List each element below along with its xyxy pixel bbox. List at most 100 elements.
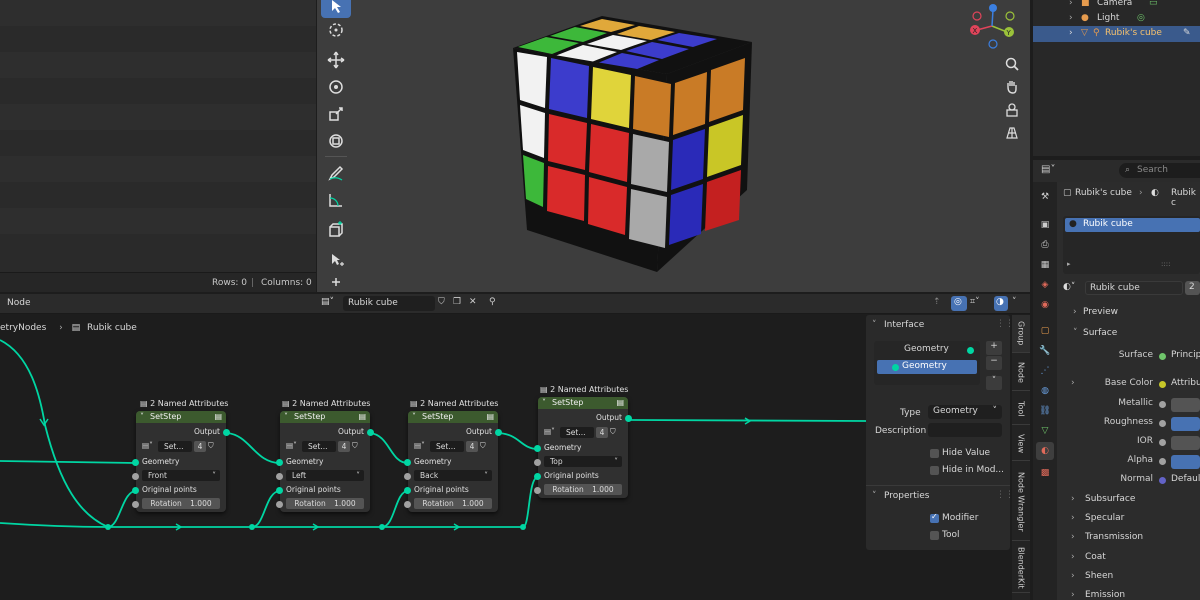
emission-panel-header[interactable]: › Emission [1059,588,1200,600]
rotation-socket[interactable] [132,501,139,508]
constraints-tab-icon[interactable]: ⛓ [1036,402,1054,420]
material-slot-list[interactable]: ● Rubik cube ▸ :::: [1063,216,1200,274]
overlays-button[interactable]: ◑ [994,296,1008,311]
setstep-node-front[interactable]: ˅ SetStep ▤ Output ▤˅ Set... 4 ⛉ Geometr… [132,411,230,512]
roughness-field[interactable] [1171,417,1200,431]
transform-tool-button[interactable] [321,129,351,153]
interface-item-list[interactable]: Geometry Geometry [874,341,980,385]
step-input-socket[interactable] [276,473,283,480]
original-points-socket[interactable] [276,487,283,494]
surface-panel-header[interactable]: ˅ Surface [1059,326,1200,344]
transmission-panel-header[interactable]: › Transmission [1059,530,1200,548]
add-item-button[interactable]: + [986,341,1002,355]
zoom-view-button[interactable] [1002,54,1022,74]
properties-panel-header[interactable]: ˅ Properties ⋮⋮ [866,488,1014,506]
rubiks-cube-render[interactable] [507,10,777,272]
navigation-gizmo[interactable]: X Y [967,4,1017,50]
camera-view-button[interactable] [1002,100,1022,120]
node-group-icon[interactable]: ▤˅ [286,441,297,450]
original-points-socket[interactable] [534,473,541,480]
original-points-socket[interactable] [132,487,139,494]
measure-tool-button[interactable] [321,188,351,212]
step-dropdown[interactable]: Front ˅ [142,470,220,481]
output-socket[interactable] [223,429,230,436]
perspective-toggle-button[interactable] [1002,123,1022,143]
coat-panel-header[interactable]: › Coat [1059,550,1200,568]
hide-in-modifier-checkbox[interactable] [930,466,939,475]
fake-user-shield-icon[interactable]: ⛉ [438,297,445,307]
select-tool-button[interactable] [321,0,351,18]
node-tree-name-field[interactable]: Rubik cube [343,296,435,311]
modifier-tab-icon[interactable]: 🔧 [1036,342,1054,360]
view-layer-tab-icon[interactable]: ▦ [1036,256,1054,274]
tab-view[interactable]: View [1012,427,1030,461]
geometry-input-socket[interactable] [404,459,411,466]
node-header[interactable]: ˅ SetStep ▤ [538,397,628,409]
fake-user-shield-icon[interactable]: ⛉ [208,441,214,451]
users-count[interactable]: 4 [338,441,350,452]
particles-tab-icon[interactable]: ⋰ [1036,362,1054,380]
fake-user-shield-icon[interactable]: ⛉ [610,427,616,437]
interface-item-selected[interactable]: Geometry [877,360,977,374]
rotate-tool-button[interactable] [321,75,351,99]
hide-value-checkbox[interactable] [930,449,939,458]
subsurface-panel-header[interactable]: › Subsurface [1059,492,1200,510]
tab-node-wrangler[interactable]: Node Wrangler [1012,463,1030,541]
description-input[interactable] [928,423,1002,437]
node-menu[interactable]: Node [7,298,31,308]
pin-icon[interactable]: ⚲ [489,297,496,307]
scale-tool-button[interactable] [321,102,351,126]
object-tab-icon[interactable]: ▢ [1036,322,1054,340]
annotate-tool-button[interactable] [321,161,351,185]
group-name-field[interactable]: Set... [158,441,192,452]
rotation-socket[interactable] [276,501,283,508]
ior-field[interactable] [1171,436,1200,450]
sheen-panel-header[interactable]: › Sheen [1059,569,1200,587]
3d-viewport[interactable]: X Y [317,0,1030,292]
step-input-socket[interactable] [404,473,411,480]
rotation-field[interactable]: Rotation 1.000 [414,498,492,509]
original-points-socket[interactable] [404,487,411,494]
output-tab-icon[interactable]: ⎙ [1036,236,1054,254]
search-input[interactable]: ⌕ Search [1119,163,1200,178]
remove-item-button[interactable]: − [986,356,1002,370]
step-dropdown[interactable]: Left ˅ [286,470,364,481]
material-slot-selected[interactable]: ● Rubik cube [1065,218,1200,232]
node-tree-browse-icon[interactable]: ▤˅ [321,297,334,307]
world-tab-icon[interactable]: ◉ [1036,296,1054,314]
tool-checkbox[interactable] [930,531,939,540]
material-name-field[interactable]: Rubik cube [1085,281,1183,295]
rotation-field[interactable]: Rotation 1.000 [142,498,220,509]
interface-item[interactable]: Geometry [874,343,980,357]
chevron-right-icon[interactable]: › [1071,378,1075,388]
item-menu-button[interactable]: ˅ [986,376,1002,390]
chevron-down-icon[interactable]: ˅ [1012,297,1017,307]
rotation-socket[interactable] [534,487,541,494]
interface-panel-header[interactable]: ˅ Interface ⋮⋮ [866,317,1014,335]
material-selector[interactable]: ◐˅ Rubik cube 2 [1059,280,1200,298]
step-dropdown[interactable]: Top ˅ [544,456,622,467]
users-count[interactable]: 4 [466,441,478,452]
material-tab-icon[interactable]: ◐ [1036,442,1054,460]
output-socket[interactable] [625,415,632,422]
specular-panel-header[interactable]: › Specular [1059,511,1200,529]
node-group-icon[interactable]: ▤˅ [544,427,555,436]
duplicate-icon[interactable]: ❐ [453,297,461,307]
expand-arrow-icon[interactable]: › [1069,0,1073,8]
geometry-input-socket[interactable] [276,459,283,466]
outliner-item-rubiks-cube[interactable]: › ▽ ⚲ Rubik's cube ✎ [1033,26,1200,42]
outliner-item-light[interactable]: › ● Light ◎ [1033,11,1200,27]
add-cube-tool-button[interactable] [321,218,351,242]
node-group-icon[interactable]: ▤˅ [142,441,153,450]
render-tab-icon[interactable]: ▣ [1036,216,1054,234]
node-group-icon[interactable]: ▤˅ [414,441,425,450]
tab-node[interactable]: Node [1012,355,1030,391]
users-count-field[interactable]: 2 [1185,281,1200,295]
editor-type-icon[interactable]: ▤˅ [1041,164,1055,175]
physics-tab-icon[interactable]: ◍ [1036,382,1054,400]
base-color-value[interactable]: Attribute [1171,378,1200,388]
collapse-icon[interactable]: ˅ [140,411,144,423]
toolbar-more-button[interactable] [321,275,351,289]
collapse-icon[interactable]: ˅ [542,397,546,409]
pan-view-button[interactable] [1002,77,1022,97]
